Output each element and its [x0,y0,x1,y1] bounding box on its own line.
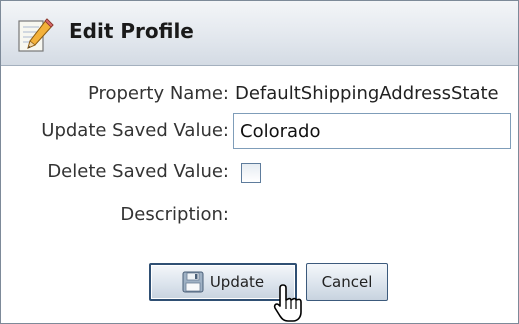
hand-pointer-icon [273,284,302,322]
description-label: Description: [120,204,229,225]
cancel-button[interactable]: Cancel [306,263,388,301]
update-saved-value-input[interactable] [233,113,511,149]
cancel-button-label: Cancel [321,273,373,291]
update-saved-value-label: Update Saved Value: [41,120,229,141]
dialog-titlebar: Edit Profile [1,1,518,66]
delete-saved-value-label: Delete Saved Value: [47,161,229,182]
update-button-label: Update [209,273,265,291]
property-name-value: DefaultShippingAddressState [235,83,499,104]
delete-saved-value-checkbox[interactable] [241,163,261,183]
edit-profile-dialog: Edit Profile Property Name: DefaultShipp… [0,0,519,324]
property-name-label: Property Name: [87,83,229,104]
pencil-note-icon [18,18,54,52]
dialog-title: Edit Profile [69,19,194,43]
floppy-disk-icon [182,271,204,293]
